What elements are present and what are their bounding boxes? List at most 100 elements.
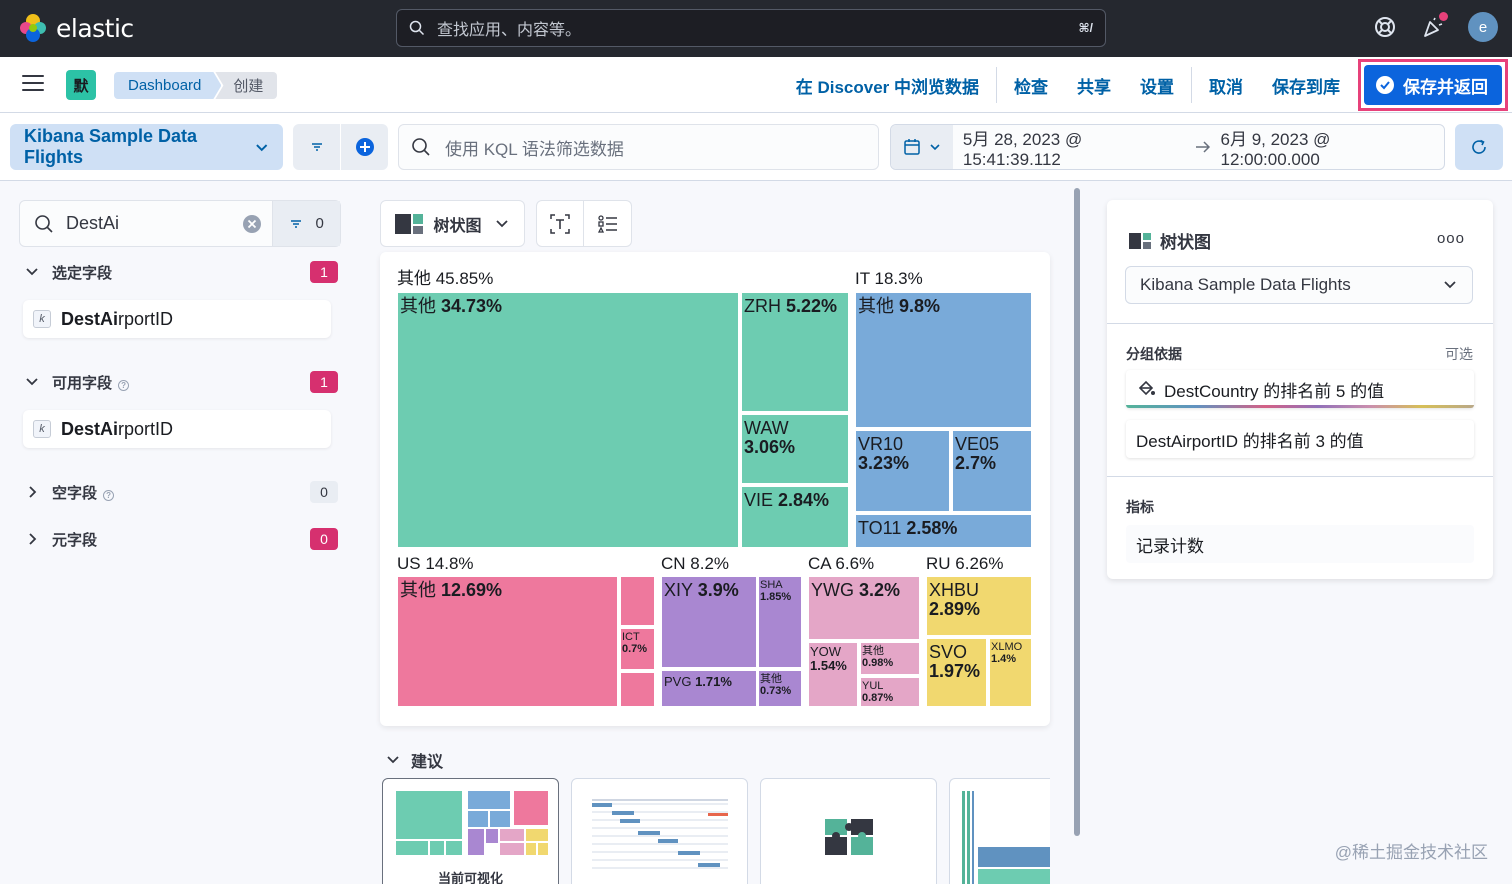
help-icon[interactable]: ? [103,489,115,501]
filter-count: 0 [315,215,324,232]
treemap-group-label: IT 18.3% [855,269,923,288]
field-item-destairportid[interactable]: k DestAirportID [23,300,331,338]
user-avatar[interactable]: e [1468,12,1498,42]
treemap-cell[interactable] [619,671,656,708]
global-search-placeholder: 查找应用、内容等。 [437,22,582,39]
kql-placeholder: 使用 KQL 语法筛选数据 [445,139,624,159]
suggestions-toggle[interactable]: 建议 [385,748,443,772]
suggestions-label: 建议 [411,754,444,771]
refresh-icon [1472,139,1486,154]
end-date[interactable]: 6月 9, 2023 @ 12:00:00.000 [1211,125,1444,169]
chevron-down-icon [255,144,267,152]
optional-label: 可选 [1445,346,1473,362]
help-icon[interactable]: ? [118,379,130,391]
legend-list-icon [597,214,617,233]
treemap-cell-label: VIE 2.84% [744,490,829,510]
search-icon [412,138,430,156]
dimension-destairportid[interactable]: DestAirportID 的排名前 3 的值 [1126,420,1474,458]
treemap-group-label: 其他 45.85% [397,269,493,288]
keyword-type-icon: k [33,310,51,328]
treemap-cell-label: 其他 12.69% [400,580,502,600]
chevron-right-icon [29,486,37,498]
suggestion-table[interactable] [571,778,748,884]
breadcrumb-create: 创建 [215,72,278,99]
workspace-scrollbar[interactable] [1074,188,1080,836]
data-view-picker[interactable]: Kibana Sample Data Flights [10,124,283,170]
color-palette-strip [1126,405,1474,408]
kql-search-input[interactable]: 使用 KQL 语法筛选数据 [398,124,879,170]
breadcrumb-dashboard[interactable]: Dashboard [114,72,221,99]
app-header: 默 Dashboard 创建 在 Discover 中浏览数据 检查 共享 设置… [0,57,1512,113]
space-selector[interactable]: 默 [66,70,96,100]
calendar-icon [904,139,920,155]
meta-fields-toggle[interactable]: 元字段 0 [24,527,338,551]
selected-fields-toggle[interactable]: 选定字段 1 [24,260,338,284]
treemap-cell-label: VR10 3.23% [858,434,909,473]
labels-options-button[interactable] [536,200,584,247]
chevron-down-icon [387,756,399,764]
available-fields-toggle[interactable]: 可用字段? 1 [24,370,338,394]
global-header: elastic 查找应用、内容等。 ⌘/ e [0,0,1512,57]
chart-type-switcher[interactable]: 树状图 [380,200,525,247]
empty-fields-toggle[interactable]: 空字段? 0 [24,480,338,504]
treemap-chart[interactable]: 其他 45.85% 其他 34.73% ZRH 5.22% WAW 3.06% VIE 2… [380,252,1050,726]
arrow-right-icon [1195,141,1210,153]
start-date[interactable]: 5月 28, 2023 @ 15:41:39.112 [953,125,1195,169]
field-name: DestAirportID [61,418,174,439]
chevron-right-icon [29,533,37,545]
legend-options-button[interactable] [584,200,632,247]
layer-chart-type[interactable]: 树状图 [1129,228,1211,253]
treemap-cell-label: TO11 2.58% [858,518,957,538]
layer-data-view-select[interactable]: Kibana Sample Data Flights [1125,266,1473,304]
menu-toggle-button[interactable] [22,75,44,95]
available-fields-label: 可用字段? [52,372,310,393]
meta-fields-count: 0 [310,528,338,550]
inspect-button[interactable]: 检查 [997,67,1065,103]
clear-icon[interactable] [242,214,262,234]
metric-record-count[interactable]: 记录计数 [1126,525,1474,563]
help-button[interactable] [1372,14,1398,40]
explore-in-discover-link[interactable]: 在 Discover 中浏览数据 [779,67,996,103]
treemap-cell-label: WAW 3.06% [744,418,795,457]
suggestion-bar[interactable] [949,778,1050,884]
settings-button[interactable]: 设置 [1123,67,1191,103]
treemap-cell-label: ZRH 5.22% [744,296,837,316]
dimension-destcountry[interactable]: DestCountry 的排名前 5 的值 [1126,370,1474,408]
treemap-cell-label: VE05 2.7% [955,434,999,473]
save-and-return-button[interactable]: 保存并返回 [1364,65,1502,105]
save-return-highlight: 保存并返回 [1358,59,1508,111]
bar-chart-thumbnail [962,791,1050,884]
treemap-icon [395,213,424,234]
share-button[interactable]: 共享 [1065,67,1123,103]
field-search-input[interactable]: DestAi 0 [19,200,341,247]
field-item-destairportid[interactable]: k DestAirportID [23,410,331,448]
news-feed-button[interactable] [1420,12,1448,40]
treemap-cell-label: PVG 1.71% [664,674,732,689]
watermark: @稀土掘金技术社区 [1334,843,1488,862]
search-icon [35,214,53,233]
layer-actions-button[interactable]: ooo [1437,230,1465,247]
save-to-library-button[interactable]: 保存到库 [1260,67,1352,103]
empty-fields-count: 0 [310,481,338,503]
elastic-logo[interactable]: elastic [18,13,134,43]
add-filter-button[interactable] [341,124,388,170]
logo-text: elastic [56,13,134,43]
filter-icon [291,219,302,228]
suggestion-current-treemap[interactable]: 当前可视化 [382,778,559,884]
global-search-input[interactable]: 查找应用、内容等。 ⌘/ [396,9,1106,47]
cancel-button[interactable]: 取消 [1192,67,1260,103]
puzzle-thumbnail [825,819,873,855]
field-type-filter-button[interactable]: 0 [272,201,340,246]
quick-select-button[interactable] [891,125,953,169]
treemap-cell-label: 其他 9.8% [858,296,940,316]
filter-menu-button[interactable] [293,124,340,170]
refresh-button[interactable] [1455,124,1503,170]
date-picker[interactable]: 5月 28, 2023 @ 15:41:39.112 6月 9, 2023 @ … [890,124,1445,170]
suggestion-mosaic[interactable] [760,778,937,884]
treemap-cell[interactable] [619,575,656,627]
text-labels-icon [550,213,570,234]
chart-panel: 其他 45.85% 其他 34.73% ZRH 5.22% WAW 3.06% VIE 2… [380,252,1050,726]
treemap-cell[interactable] [396,291,740,549]
query-bar: Kibana Sample Data Flights 使用 KQL 语法筛选数据 [0,113,1512,181]
filter-icon [311,143,322,151]
